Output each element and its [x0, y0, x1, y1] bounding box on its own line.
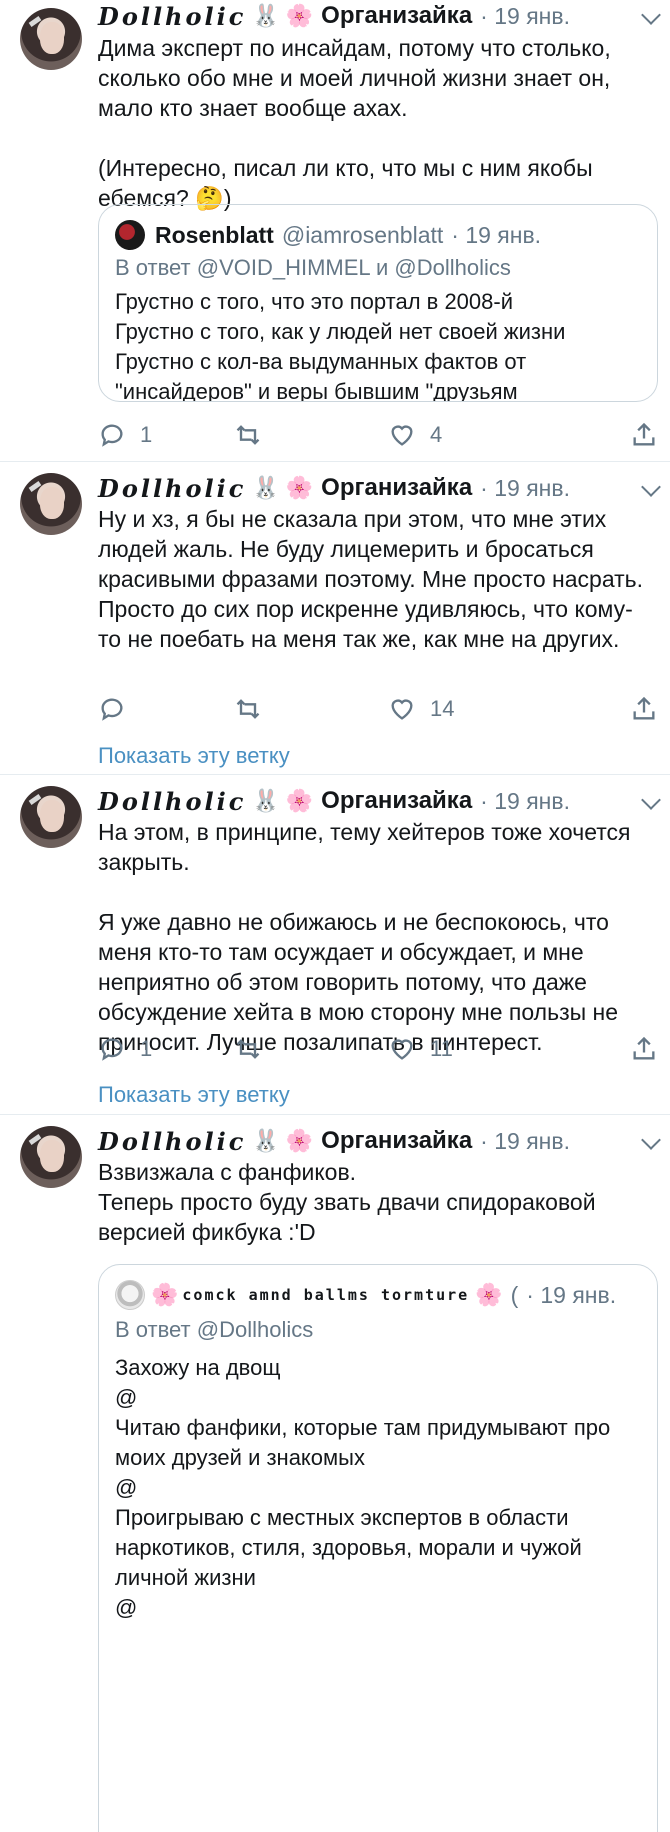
quoted-avatar — [115, 220, 145, 250]
flower-emoji: 🌸 — [285, 475, 314, 500]
like-button[interactable]: 11 — [388, 1032, 453, 1066]
tweet-time[interactable]: · 19 янв. — [480, 3, 570, 30]
retweet-button[interactable] — [234, 1032, 276, 1066]
flower-emoji: 🌸 — [285, 3, 314, 28]
reply-button[interactable] — [98, 692, 140, 726]
tweet-time[interactable]: · 19 янв. — [480, 475, 570, 502]
flower-emoji: 🌸 — [285, 788, 314, 813]
quoted-tweet-header: 🌸 comck amnd ballms tormture 🌸 ( · 19 ян… — [115, 1279, 643, 1311]
tweet-text: На этом, в принципе, тему хейтеров тоже … — [98, 819, 631, 1055]
tweet-actions: 1 11 — [98, 1032, 670, 1066]
author-handle-fancy[interactable]: Dollholic — [98, 2, 246, 31]
share-icon — [633, 696, 655, 720]
tweet-time[interactable]: · 19 янв. — [480, 1128, 570, 1155]
share-button[interactable] — [630, 692, 658, 726]
reply-button[interactable]: 1 — [98, 418, 152, 452]
author-name[interactable]: Организайка — [321, 2, 472, 30]
retweet-button[interactable] — [234, 418, 276, 452]
like-count: 11 — [430, 1036, 453, 1061]
tweet[interactable]: Dollholic 🐰 🌸 Организайка · 19 янв. На э… — [0, 776, 670, 1115]
like-button[interactable]: 14 — [388, 692, 454, 726]
share-button[interactable] — [630, 1032, 658, 1066]
quoted-tweet-time: · 19 янв. — [526, 1281, 617, 1308]
avatar[interactable] — [20, 8, 82, 70]
tweet-header: Dollholic 🐰 🌸 Организайка · 19 янв. — [98, 785, 660, 817]
author-name[interactable]: Организайка — [321, 787, 472, 815]
tweet-text: Взвизжала с фанфиков. Теперь просто буду… — [98, 1159, 596, 1245]
tweet[interactable]: Dollholic 🐰 🌸 Организайка · 19 янв. Взви… — [0, 1116, 670, 1832]
tweet[interactable]: Dollholic 🐰 🌸 Организайка · 19 янв. Ну и… — [0, 463, 670, 775]
author-name[interactable]: Организайка — [321, 474, 472, 502]
show-thread-link[interactable]: Показать эту ветку — [98, 743, 290, 769]
rabbit-emoji: 🐰 — [252, 1128, 280, 1153]
share-icon — [633, 422, 655, 446]
tweet-actions: 1 4 — [98, 418, 670, 452]
quoted-avatar — [115, 1280, 145, 1310]
reply-icon — [101, 698, 123, 721]
like-count: 14 — [430, 696, 455, 721]
flower-emoji: 🌸 — [285, 1128, 314, 1153]
reply-to-label: В ответ @Dollholics — [115, 1317, 314, 1342]
tweet[interactable]: Dollholic 🐰 🌸 Организайка · 19 янв. Дима… — [0, 0, 670, 462]
quoted-name-trail: ( — [510, 1281, 519, 1308]
rabbit-emoji: 🐰 — [252, 475, 280, 500]
show-thread-link[interactable]: Показать эту ветку — [98, 1082, 290, 1108]
tweet-text: Дима эксперт по инсайдам, потому что сто… — [98, 35, 611, 211]
avatar[interactable] — [20, 786, 82, 848]
like-button[interactable]: 4 — [388, 418, 442, 452]
like-count: 4 — [430, 422, 443, 447]
author-handle-fancy[interactable]: Dollholic — [98, 474, 246, 503]
rabbit-emoji: 🐰 — [252, 788, 280, 813]
share-icon — [633, 1036, 655, 1060]
flower-emoji: 🌸 — [475, 1282, 503, 1307]
author-handle-fancy[interactable]: Dollholic — [98, 787, 246, 816]
author-handle-fancy[interactable]: Dollholic — [98, 1127, 246, 1156]
reply-count: 1 — [140, 1036, 153, 1061]
quoted-tweet-header: Rosenblatt @iamrosenblatt · 19 янв. — [115, 219, 643, 251]
tweet-time[interactable]: · 19 янв. — [480, 788, 570, 815]
tweet-actions: 14 — [98, 692, 670, 726]
retweet-icon — [236, 425, 260, 445]
like-icon — [391, 699, 413, 720]
author-name[interactable]: Организайка — [321, 1127, 472, 1155]
quoted-author-name: comck amnd ballms tormture — [182, 1286, 470, 1304]
rabbit-emoji: 🐰 — [252, 3, 280, 28]
reply-count: 1 — [140, 422, 153, 447]
quoted-tweet-text: Грустно с того, что это портал в 2008-й … — [115, 289, 566, 402]
like-icon — [391, 425, 413, 446]
retweet-icon — [236, 699, 260, 719]
quoted-tweet-text: Захожу на двощ @ Читаю фанфики, которые … — [115, 1355, 611, 1620]
tweet-header: Dollholic 🐰 🌸 Организайка · 19 янв. — [98, 472, 660, 504]
quoted-tweet-time: · 19 янв. — [451, 221, 542, 248]
tweet-header: Dollholic 🐰 🌸 Организайка · 19 янв. — [98, 1125, 660, 1157]
retweet-button[interactable] — [234, 692, 276, 726]
share-button[interactable] — [630, 418, 658, 452]
quoted-tweet[interactable]: Rosenblatt @iamrosenblatt · 19 янв. В от… — [98, 204, 658, 402]
tweet-header: Dollholic 🐰 🌸 Организайка · 19 янв. — [98, 0, 660, 32]
reply-icon — [101, 424, 123, 447]
reply-to-label: В ответ @VOID_HIMMEL и @Dollholics — [115, 255, 511, 280]
flower-emoji: 🌸 — [151, 1282, 179, 1307]
reply-button[interactable]: 1 — [98, 1032, 152, 1066]
reply-icon — [101, 1038, 123, 1061]
avatar[interactable] — [20, 473, 82, 535]
like-icon — [391, 1039, 413, 1060]
quoted-author-handle: @iamrosenblatt — [281, 221, 444, 248]
retweet-icon — [236, 1039, 260, 1059]
quoted-tweet[interactable]: 🌸 comck amnd ballms tormture 🌸 ( · 19 ян… — [98, 1264, 658, 1832]
tweet-text: Ну и хз, я бы не сказала при этом, что м… — [98, 506, 644, 652]
avatar[interactable] — [20, 1126, 82, 1188]
quoted-author-name: Rosenblatt — [155, 221, 274, 248]
